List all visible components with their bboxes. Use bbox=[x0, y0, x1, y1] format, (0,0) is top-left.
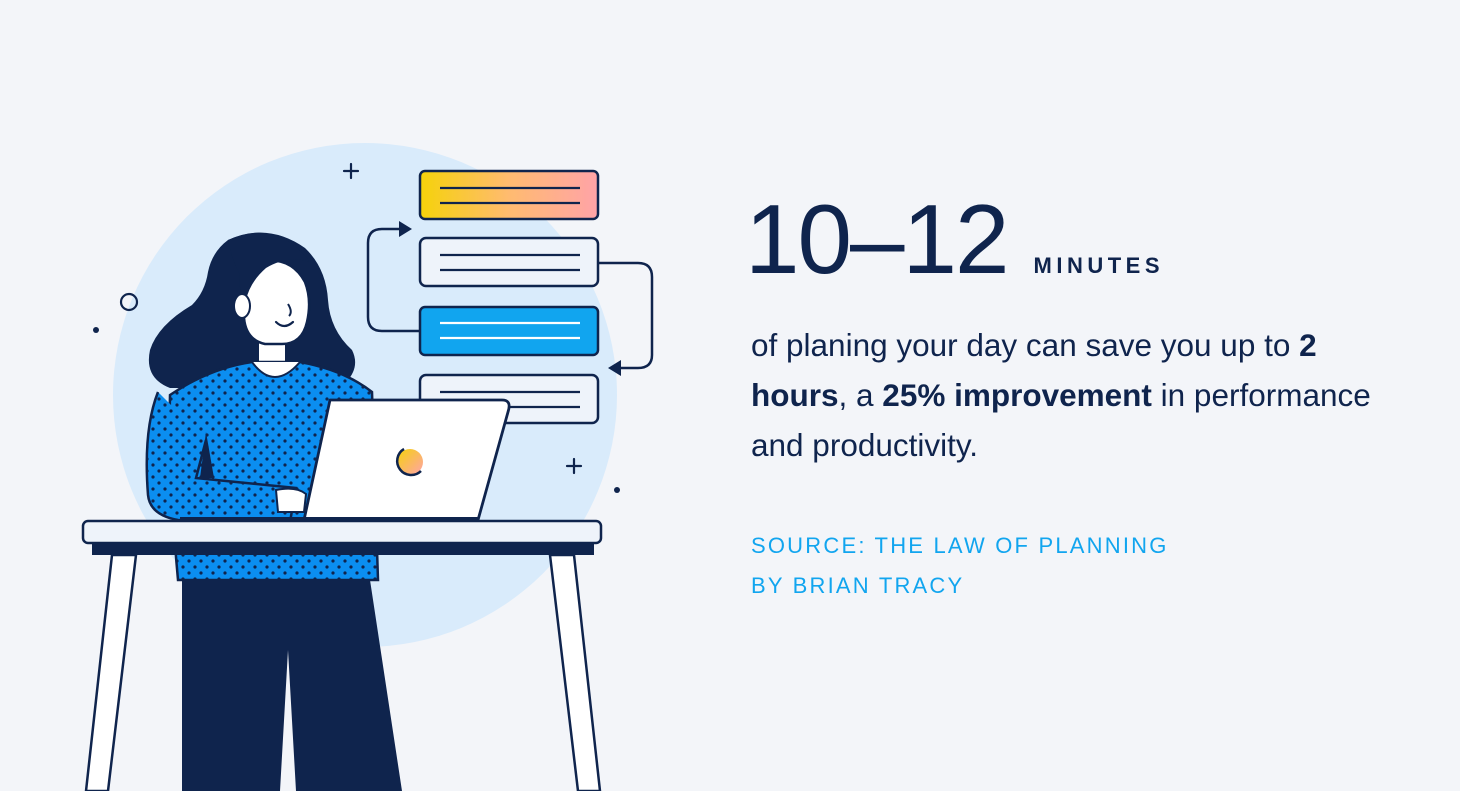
task-card bbox=[418, 236, 600, 288]
source-citation: SOURCE: THE LAW OF PLANNING BY BRIAN TRA… bbox=[751, 526, 1405, 606]
description-text: of planing your day can save you up to bbox=[751, 327, 1300, 363]
stat-headline: 10–12 MINUTES bbox=[745, 190, 1405, 288]
dot-decoration bbox=[93, 327, 99, 333]
description-text: , a bbox=[838, 377, 883, 413]
task-card-active bbox=[418, 305, 600, 357]
stat-number: 10–12 bbox=[745, 184, 1010, 294]
circle-logo-icon bbox=[395, 447, 423, 477]
stat-panel: 10–12 MINUTES of planing your day can sa… bbox=[745, 190, 1405, 606]
task-card-highlight bbox=[418, 169, 600, 221]
source-line: BY BRIAN TRACY bbox=[751, 573, 965, 598]
illustration-woman-planning bbox=[81, 143, 654, 791]
stat-description: of planing your day can save you up to 2… bbox=[751, 320, 1371, 470]
dot-decoration bbox=[614, 487, 620, 493]
stat-unit: MINUTES bbox=[1033, 253, 1165, 278]
source-line: SOURCE: THE LAW OF PLANNING bbox=[751, 533, 1169, 558]
description-highlight-improvement: 25% improvement bbox=[882, 377, 1152, 413]
